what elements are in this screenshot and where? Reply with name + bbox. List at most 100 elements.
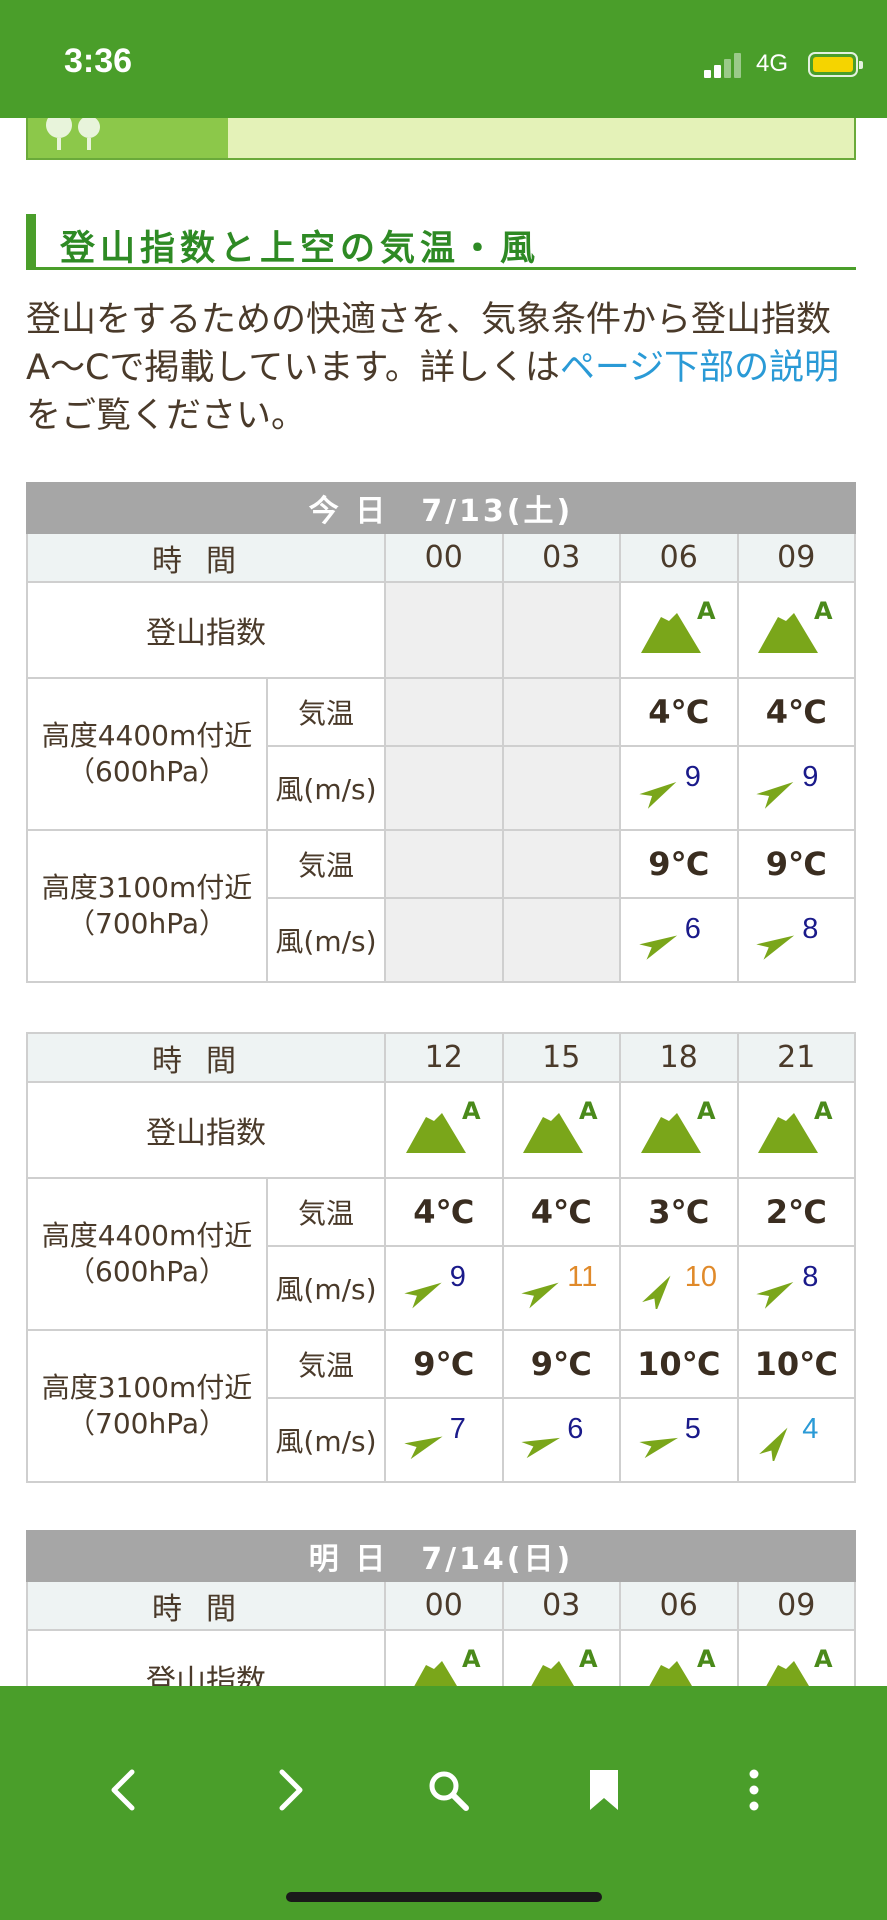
wind-indicator: 6 [513, 1413, 609, 1463]
wind-cell: 6 [501, 1397, 621, 1483]
temp-value: 4℃ [530, 1193, 592, 1231]
time-label: 時間 [26, 1580, 386, 1631]
index-grade: A [697, 1645, 716, 1673]
wind-cell: 9 [384, 1245, 504, 1331]
wind-indicator: 9 [748, 761, 844, 811]
wind-arrow-icon [641, 1275, 671, 1309]
index-grade: A [697, 1097, 716, 1125]
altitude-label-line: 高度4400m付近 [41, 719, 253, 752]
wind-label: 風(m/s) [266, 897, 386, 983]
temp-cell: 4℃ [619, 677, 739, 747]
index-cell: A [619, 1081, 739, 1179]
wind-indicator: 8 [748, 913, 844, 963]
wind-cell: 10 [619, 1245, 739, 1331]
wind-arrow-icon [639, 935, 677, 960]
temp-cell [384, 829, 504, 899]
index-grade: A [814, 1097, 833, 1125]
altitude-4400-label: 高度4400m付近 （600hPa） [26, 1177, 268, 1331]
wind-indicator: 9 [396, 1261, 492, 1311]
mountain-index-icon: A [756, 1095, 836, 1157]
wind-cell: 8 [736, 1245, 856, 1331]
wind-cell: 7 [384, 1397, 504, 1483]
wind-indicator: 6 [631, 913, 727, 963]
temp-value: 4℃ [413, 1193, 475, 1231]
temp-value: 4℃ [765, 693, 827, 731]
wind-speed: 4 [802, 1413, 819, 1445]
index-cell [501, 581, 621, 679]
temp-cell: 10℃ [619, 1329, 739, 1399]
signal-icon [704, 52, 744, 78]
wind-indicator: 7 [396, 1413, 492, 1463]
chevron-left-icon [111, 1769, 135, 1811]
wind-speed: 6 [567, 1413, 584, 1445]
temp-cell: 10℃ [736, 1329, 856, 1399]
back-button[interactable] [92, 1758, 156, 1822]
hour-cell: 15 [501, 1032, 621, 1083]
wind-arrow-icon [521, 1282, 559, 1309]
altitude-3100-label: 高度3100m付近 （700hPa） [26, 1329, 268, 1483]
altitude-4400-label: 高度4400m付近 （600hPa） [26, 677, 268, 831]
mountain-index-icon: A [639, 1095, 719, 1157]
index-grade: A [814, 1645, 833, 1673]
temp-cell: 9℃ [619, 829, 739, 899]
index-cell: A [736, 581, 856, 679]
section-heading: 登山指数と上空の気温・風 [26, 214, 856, 270]
index-grade: A [462, 1097, 481, 1125]
wind-speed: 5 [684, 1413, 701, 1445]
wind-label: 風(m/s) [266, 1245, 386, 1331]
index-label: 登山指数 [26, 581, 386, 679]
altitude-3100-label: 高度3100m付近 （700hPa） [26, 829, 268, 983]
wind-speed: 8 [802, 1261, 819, 1293]
browser-toolbar [0, 1686, 887, 1920]
wind-arrow-icon [756, 1282, 794, 1309]
page-bottom-link[interactable]: ページ下部の説明 [560, 348, 839, 388]
pressure-label-line: （700hPa） [67, 1407, 227, 1440]
search-icon [429, 1771, 469, 1811]
temp-value: 10℃ [637, 1345, 721, 1383]
intro-text-after: をご覧ください。 [26, 396, 307, 436]
wind-arrow-icon [404, 1282, 442, 1309]
forecast-table-today: 今 日 7/13(土) 時間 00 03 06 09 登山指数 A A 高度44… [26, 482, 856, 983]
hour-cell: 00 [384, 1580, 504, 1631]
temp-value: 10℃ [754, 1345, 838, 1383]
wind-cell: 9 [736, 745, 856, 831]
wind-arrow-icon [639, 782, 677, 809]
index-grade: A [697, 597, 716, 625]
wind-cell: 4 [736, 1397, 856, 1483]
index-cell: A [736, 1081, 856, 1179]
temp-value: 3℃ [648, 1193, 710, 1231]
temp-cell: 3℃ [619, 1177, 739, 1247]
temp-cell: 4℃ [501, 1177, 621, 1247]
bookmark-button[interactable] [572, 1758, 636, 1822]
hour-cell: 12 [384, 1032, 504, 1083]
mountain-index-icon: A [521, 1095, 601, 1157]
chevron-right-icon [279, 1769, 303, 1811]
date-header: 明 日 7/14(日) [26, 1530, 856, 1582]
wind-cell: 5 [619, 1397, 739, 1483]
index-cell: A [384, 1081, 504, 1179]
wind-indicator: 10 [631, 1261, 727, 1311]
index-grade: A [579, 1645, 598, 1673]
forward-button[interactable] [258, 1758, 322, 1822]
index-grade: A [814, 597, 833, 625]
section-title: 登山指数と上空の気温・風 [60, 229, 541, 269]
wind-cell: 11 [501, 1245, 621, 1331]
temp-value: 2℃ [765, 1193, 827, 1231]
wind-indicator: 5 [631, 1413, 727, 1463]
temp-value: 4℃ [648, 693, 710, 731]
pressure-label-line: （600hPa） [67, 755, 227, 788]
search-button[interactable] [416, 1758, 480, 1822]
mountain-index-icon: A [404, 1095, 484, 1157]
index-cell: A [501, 1081, 621, 1179]
promo-banner[interactable] [26, 118, 856, 160]
altitude-label-line: 高度3100m付近 [41, 871, 253, 904]
network-label: 4G [756, 50, 789, 77]
index-grade: A [579, 1097, 598, 1125]
wind-speed: 10 [684, 1261, 718, 1293]
wind-label: 風(m/s) [266, 745, 386, 831]
temp-cell: 2℃ [736, 1177, 856, 1247]
more-menu-button[interactable] [722, 1758, 786, 1822]
wind-cell [384, 745, 504, 831]
temp-value: 9℃ [413, 1345, 475, 1383]
hour-cell: 03 [501, 1580, 621, 1631]
